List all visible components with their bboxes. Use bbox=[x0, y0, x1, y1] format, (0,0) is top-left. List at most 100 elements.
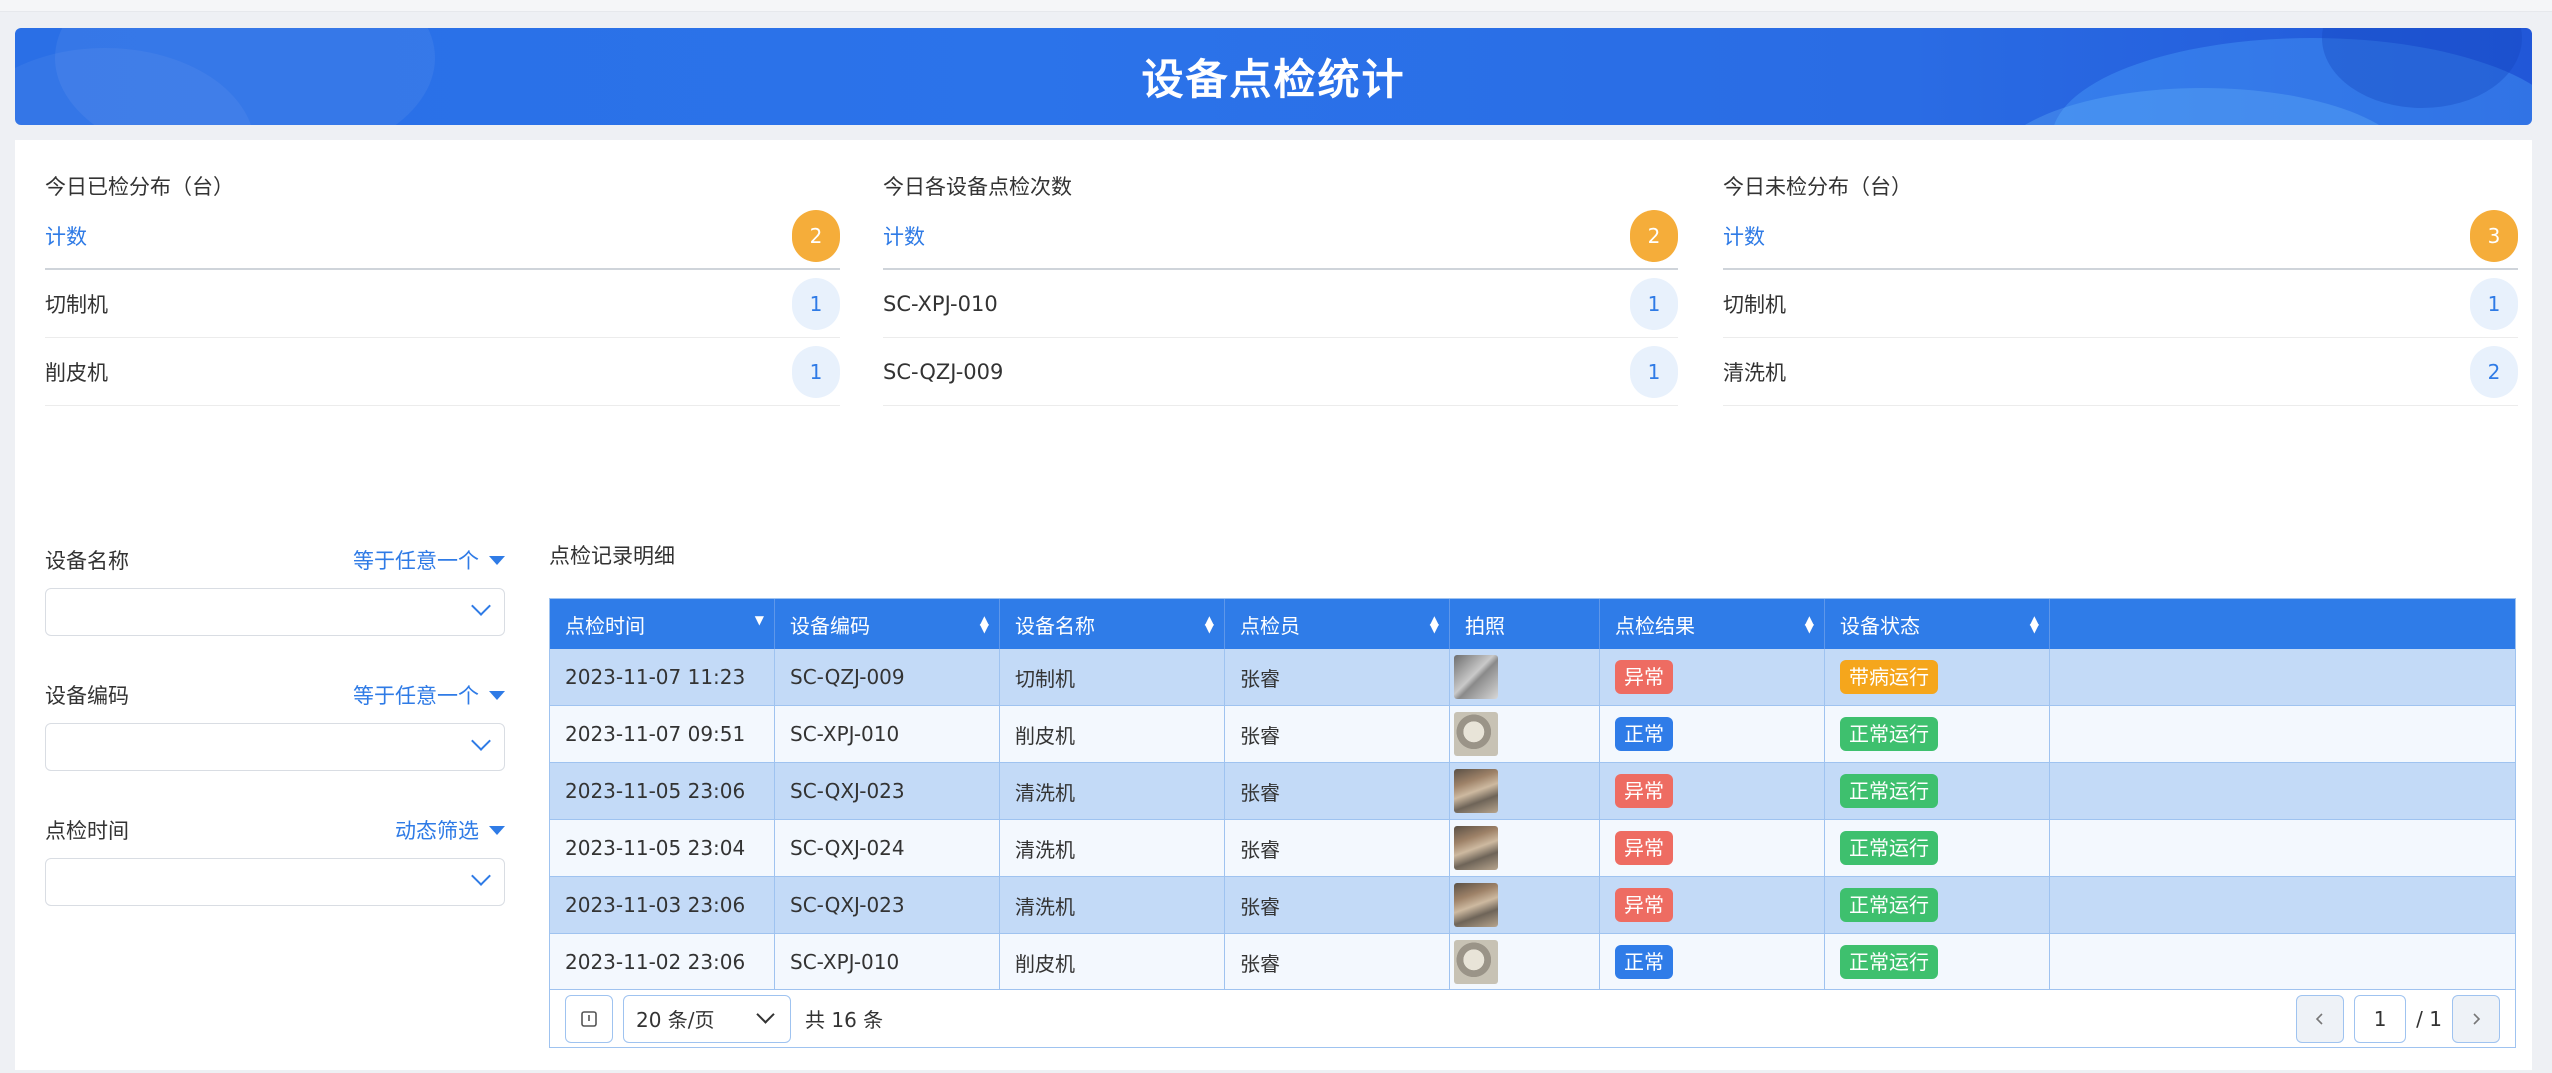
cell-result: 异常 bbox=[1600, 649, 1825, 705]
column-header: 拍照 bbox=[1450, 599, 1600, 649]
cell-name: 清洗机 bbox=[1000, 877, 1225, 933]
stat-row[interactable]: 清洗机 2 bbox=[1723, 338, 2518, 406]
page-size-select[interactable]: 20 条/页 bbox=[623, 994, 791, 1043]
column-header[interactable]: 设备状态 ▲ ▼ bbox=[1825, 599, 2050, 649]
page-banner: 设备点检统计 bbox=[15, 28, 2532, 125]
device-code-select[interactable] bbox=[45, 723, 505, 771]
stat-row[interactable]: 削皮机 1 bbox=[45, 338, 840, 406]
result-tag: 异常 bbox=[1615, 660, 1673, 694]
cell-inspector: 张睿 bbox=[1225, 649, 1450, 705]
cell-photo bbox=[1450, 649, 1600, 705]
caret-down-icon bbox=[489, 690, 505, 700]
table-title: 点检记录明细 bbox=[549, 544, 675, 568]
table-row[interactable]: 2023-11-02 23:06 SC-XPJ-010 削皮机 张睿 正常 正常… bbox=[550, 934, 2515, 989]
cell-result: 异常 bbox=[1600, 763, 1825, 819]
count-label: 计数 bbox=[1723, 225, 1765, 249]
photo-thumbnail[interactable] bbox=[1454, 712, 1498, 756]
column-header[interactable]: 点检结果 ▲ ▼ bbox=[1600, 599, 1825, 649]
cell-status: 正常运行 bbox=[1825, 877, 2050, 933]
sort-icon[interactable]: ▲ ▼ bbox=[1205, 614, 1214, 634]
filter-operator-label: 等于任意一个 bbox=[353, 684, 479, 708]
column-header[interactable]: 设备编码 ▲ ▼ bbox=[775, 599, 1000, 649]
chevron-left-icon bbox=[2316, 1012, 2323, 1025]
cell-code: SC-QXJ-023 bbox=[775, 877, 1000, 933]
table-row[interactable]: 2023-11-05 23:06 SC-QXJ-023 清洗机 张睿 异常 正常… bbox=[550, 763, 2515, 820]
table-row[interactable]: 2023-11-07 09:51 SC-XPJ-010 削皮机 张睿 正常 正常… bbox=[550, 706, 2515, 763]
cell-code: SC-QXJ-024 bbox=[775, 820, 1000, 876]
filter-label: 设备编码 bbox=[45, 684, 129, 708]
stat-count-row: 计数 2 bbox=[883, 204, 1678, 270]
column-header[interactable]: 点检时间 ▼ bbox=[550, 599, 775, 649]
caret-down-icon bbox=[489, 825, 505, 835]
sort-icon[interactable]: ▲ ▼ bbox=[980, 614, 989, 634]
sort-icon[interactable]: ▲ ▼ bbox=[2030, 614, 2039, 634]
stat-title: 今日未检分布（台） bbox=[1723, 175, 1912, 199]
cell-photo bbox=[1450, 820, 1600, 876]
stat-row[interactable]: 切制机 1 bbox=[45, 270, 840, 338]
stat-count-row: 计数 3 bbox=[1723, 204, 2518, 270]
table-row[interactable]: 2023-11-03 23:06 SC-QXJ-023 清洗机 张睿 异常 正常… bbox=[550, 877, 2515, 934]
total-count: 共 16 条 bbox=[805, 1008, 884, 1032]
cell-name: 清洗机 bbox=[1000, 763, 1225, 819]
stat-row-label: 清洗机 bbox=[1723, 360, 1786, 385]
stat-row-label: 削皮机 bbox=[45, 360, 108, 385]
photo-thumbnail[interactable] bbox=[1454, 826, 1498, 870]
column-header[interactable]: 设备名称 ▲ ▼ bbox=[1000, 599, 1225, 649]
photo-thumbnail[interactable] bbox=[1454, 883, 1498, 927]
cell-name: 切制机 bbox=[1000, 649, 1225, 705]
page-size-label: 20 条/页 bbox=[636, 1008, 715, 1032]
result-tag: 正常 bbox=[1615, 717, 1673, 751]
next-page-button[interactable] bbox=[2452, 994, 2500, 1043]
page-total: / 1 bbox=[2416, 1006, 2442, 1031]
stat-row[interactable]: SC-QZJ-009 1 bbox=[883, 338, 1678, 406]
top-strip bbox=[0, 0, 2552, 12]
photo-thumbnail[interactable] bbox=[1454, 769, 1498, 813]
cell-inspector: 张睿 bbox=[1225, 934, 1450, 989]
result-tag: 异常 bbox=[1615, 774, 1673, 808]
column-header[interactable]: 点检员 ▲ ▼ bbox=[1225, 599, 1450, 649]
table-header: 点检时间 ▼ 设备编码 ▲ ▼ 设备名称 ▲ ▼ 点检员 ▲ ▼ 拍照 点检结果 ▲ ▼ 设备状态… bbox=[550, 599, 2515, 649]
filter-operator-dropdown[interactable]: 等于任意一个 bbox=[353, 680, 505, 710]
stat-unchecked-distribution: 今日未检分布（台） 计数 3 切制机 1 清洗机 2 bbox=[1723, 170, 2518, 406]
cell-photo bbox=[1450, 934, 1600, 989]
filter-inspection-time: 点检时间 动态筛选 bbox=[45, 810, 505, 906]
count-badge: 3 bbox=[2470, 210, 2518, 262]
stat-row[interactable]: 切制机 1 bbox=[1723, 270, 2518, 338]
filter-operator-dropdown[interactable]: 等于任意一个 bbox=[353, 545, 505, 575]
inspection-time-select[interactable] bbox=[45, 858, 505, 906]
table-row[interactable]: 2023-11-07 11:23 SC-QZJ-009 切制机 张睿 异常 带病… bbox=[550, 649, 2515, 706]
stat-row-badge: 1 bbox=[792, 345, 840, 398]
cell-status: 正常运行 bbox=[1825, 820, 2050, 876]
cell-code: SC-QZJ-009 bbox=[775, 649, 1000, 705]
stat-title: 今日已检分布（台） bbox=[45, 175, 234, 199]
cell-status: 正常运行 bbox=[1825, 934, 2050, 989]
result-tag: 异常 bbox=[1615, 888, 1673, 922]
stat-row-badge: 1 bbox=[1630, 345, 1678, 398]
filter-operator-dropdown[interactable]: 动态筛选 bbox=[395, 815, 505, 845]
prev-page-button[interactable] bbox=[2296, 994, 2345, 1043]
filter-device-code: 设备编码 等于任意一个 bbox=[45, 675, 505, 771]
sort-icon[interactable]: ▲ ▼ bbox=[1805, 614, 1814, 634]
page-title: 设备点检统计 bbox=[1141, 55, 1406, 104]
filter-operator-label: 动态筛选 bbox=[395, 819, 479, 843]
stat-row-badge: 1 bbox=[1630, 277, 1678, 330]
stat-row-label: 切制机 bbox=[45, 292, 108, 317]
column-header-spacer bbox=[2050, 599, 2515, 649]
chevron-down-icon bbox=[471, 866, 491, 886]
cell-name: 清洗机 bbox=[1000, 820, 1225, 876]
cell-code: SC-XPJ-010 bbox=[775, 706, 1000, 762]
export-button[interactable] bbox=[565, 994, 613, 1043]
photo-thumbnail[interactable] bbox=[1454, 655, 1498, 699]
status-tag: 正常运行 bbox=[1840, 888, 1938, 922]
cell-inspector: 张睿 bbox=[1225, 763, 1450, 819]
filter-label: 设备名称 bbox=[45, 549, 129, 573]
device-name-select[interactable] bbox=[45, 588, 505, 636]
page-number-input[interactable]: 1 bbox=[2354, 994, 2407, 1043]
photo-thumbnail[interactable] bbox=[1454, 940, 1498, 984]
table-row[interactable]: 2023-11-05 23:04 SC-QXJ-024 清洗机 张睿 异常 正常… bbox=[550, 820, 2515, 877]
stat-row[interactable]: SC-XPJ-010 1 bbox=[883, 270, 1678, 338]
sort-desc-icon[interactable]: ▼ bbox=[755, 614, 764, 626]
status-tag: 正常运行 bbox=[1840, 717, 1938, 751]
main-panel: 今日已检分布（台） 计数 2 切制机 1 削皮机 1 今日各设备点检次数 计数 … bbox=[15, 140, 2532, 1070]
sort-icon[interactable]: ▲ ▼ bbox=[1430, 614, 1439, 634]
